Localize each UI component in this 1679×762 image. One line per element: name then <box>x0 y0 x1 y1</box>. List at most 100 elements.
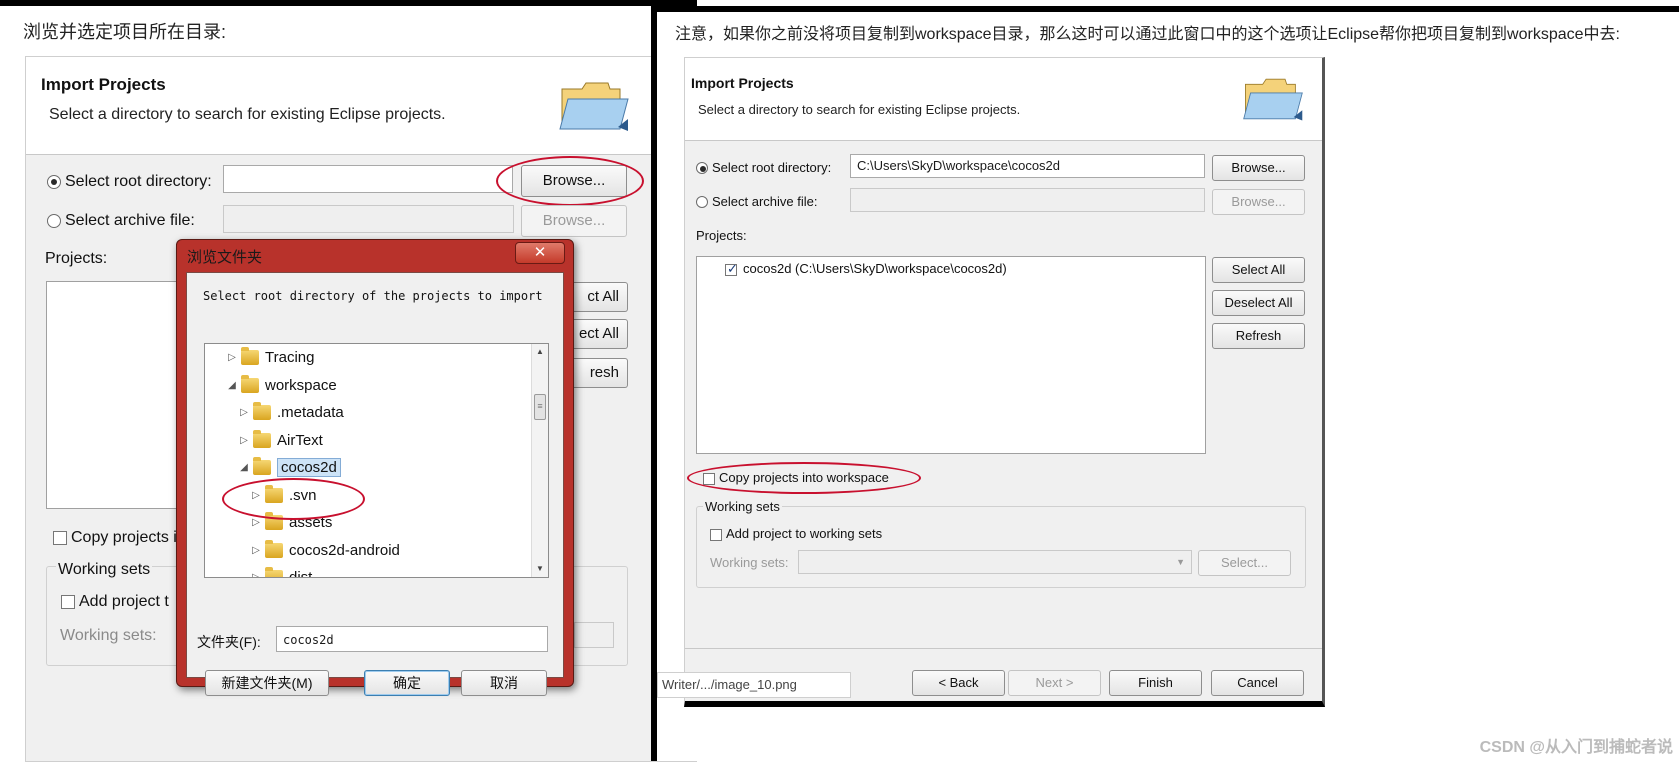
copy-projects-checkbox[interactable] <box>53 531 67 545</box>
copy-projects-label: Copy projects into workspace <box>719 470 889 485</box>
project-checkbox[interactable] <box>725 261 738 277</box>
working-sets-field-label: Working sets: <box>710 555 789 570</box>
collapsed-triangle-icon[interactable]: ▷ <box>237 407 251 418</box>
wizard-subtitle-right: Select a directory to search for existin… <box>698 102 1021 117</box>
collapsed-triangle-icon[interactable]: ▷ <box>249 572 263 577</box>
tree-item-label: dist <box>289 569 313 578</box>
expanded-triangle-icon[interactable]: ◢ <box>237 462 251 473</box>
projects-list[interactable]: cocos2d (C:\Users\SkyD\workspace\cocos2d… <box>696 256 1206 454</box>
root-directory-label: Select root directory: <box>65 173 212 190</box>
folder-input[interactable]: cocos2d <box>276 626 548 652</box>
tree-item[interactable]: ▷ cocos2d-android <box>249 537 400 564</box>
root-directory-input[interactable] <box>223 165 513 193</box>
archive-file-radio[interactable] <box>47 214 61 228</box>
dialog-prompt: Select root directory of the projects to… <box>203 289 543 303</box>
tree-item[interactable]: ◢ cocos2d <box>237 454 341 481</box>
scroll-up-icon[interactable]: ▲ <box>532 344 548 360</box>
import-projects-window-right: Import Projects Select a directory to se… <box>684 57 1325 707</box>
tree-item-label: cocos2d <box>277 458 341 477</box>
folder-icon <box>241 347 259 365</box>
left-caption: 浏览并选定项目所在目录: <box>23 22 226 42</box>
tree-item-label: cocos2d-android <box>289 541 400 559</box>
deselect-all-button[interactable]: Deselect All <box>1212 290 1305 316</box>
new-folder-button[interactable]: 新建文件夹(M) <box>205 670 329 696</box>
project-item[interactable]: cocos2d (C:\Users\SkyD\workspace\cocos2d… <box>743 261 1007 276</box>
folder-tree[interactable]: ▷ dist ▷ cocos2d-android ▷ assets ▷ .svn ◢ cocos2… <box>204 343 549 578</box>
tree-item-label: AirText <box>277 431 323 449</box>
watermark: CSDN @从入门到捕蛇者说 <box>1479 739 1673 756</box>
left-screenshot-panel: 浏览并选定项目所在目录: Import Projects Select a di… <box>0 0 697 762</box>
folder-icon <box>253 457 271 475</box>
browse-archive-button: Browse... <box>521 205 627 237</box>
tree-item[interactable]: ▷ Tracing <box>225 344 314 371</box>
browse-button[interactable]: Browse... <box>521 165 627 197</box>
collapsed-triangle-icon[interactable]: ▷ <box>225 352 239 363</box>
tree-item[interactable]: ▷ dist <box>249 564 313 578</box>
archive-file-radio[interactable] <box>696 196 708 208</box>
ok-button[interactable]: 确定 <box>364 670 450 696</box>
working-sets-select-right-fragment <box>574 622 614 648</box>
tree-item[interactable]: ▷ AirText <box>237 427 323 454</box>
folder-icon <box>253 402 271 420</box>
root-directory-input[interactable]: C:\Users\SkyD\workspace\cocos2d <box>850 154 1205 178</box>
tree-item[interactable]: ▷ .metadata <box>237 399 344 426</box>
tree-item-label: .svn <box>289 486 317 504</box>
wizard-subtitle: Select a directory to search for existin… <box>49 106 446 123</box>
tree-item-label: workspace <box>265 376 337 394</box>
collapsed-triangle-icon[interactable]: ▷ <box>249 517 263 528</box>
archive-file-label: Select archive file: <box>65 212 195 229</box>
collapsed-triangle-icon[interactable]: ▷ <box>237 435 251 446</box>
tree-item[interactable]: ◢ workspace <box>225 372 337 399</box>
tree-item-label: .metadata <box>277 404 344 421</box>
folder-icon <box>241 374 259 393</box>
cancel-button[interactable]: Cancel <box>1211 670 1304 696</box>
right-screenshot-panel: 注意，如果你之前没将项目复制到workspace目录，那么这时可以通过此窗口中的… <box>651 6 1679 761</box>
finish-button[interactable]: Finish <box>1109 670 1202 696</box>
folder-open-icon <box>1243 78 1303 121</box>
archive-file-label: Select archive file: <box>712 194 818 209</box>
projects-list[interactable] <box>46 281 181 509</box>
tree-item-label: Tracing <box>265 349 315 366</box>
working-sets-select: ▼ <box>798 550 1192 574</box>
add-working-set-checkbox[interactable] <box>61 595 75 609</box>
tree-scrollbar[interactable]: ▲ ≡ ▼ <box>531 344 548 577</box>
cancel-button[interactable]: 取消 <box>461 670 547 696</box>
folder-icon <box>265 512 283 530</box>
projects-label: Projects: <box>45 250 108 267</box>
expanded-triangle-icon[interactable]: ◢ <box>225 380 239 391</box>
wizard-header-right: Import Projects Select a directory to se… <box>685 58 1322 141</box>
collapsed-triangle-icon[interactable]: ▷ <box>249 490 263 501</box>
add-working-set-checkbox[interactable] <box>710 529 722 541</box>
working-sets-group-label: Working sets <box>703 499 782 514</box>
right-caption: 注意，如果你之前没将项目复制到workspace目录，那么这时可以通过此窗口中的… <box>675 26 1620 43</box>
tree-item-label: assets <box>289 514 333 531</box>
dialog-body: Select root directory of the projects to… <box>186 272 564 696</box>
chevron-down-icon: ▼ <box>1176 557 1185 567</box>
folder-icon <box>253 429 271 448</box>
dialog-title: 浏览文件夹 <box>187 249 263 266</box>
tree-item[interactable]: ▷ .svn <box>249 482 317 509</box>
folder-icon <box>265 567 283 577</box>
root-directory-radio[interactable] <box>696 162 708 174</box>
close-icon[interactable]: ✕ <box>515 242 565 264</box>
refresh-button[interactable]: Refresh <box>1212 323 1305 349</box>
scroll-down-icon[interactable]: ▼ <box>532 561 548 577</box>
footer-divider <box>685 648 1322 649</box>
back-button[interactable]: < Back <box>912 670 1005 696</box>
add-working-set-label: Add project t <box>79 593 169 610</box>
writer-tooltip: Writer/.../image_10.png <box>657 672 851 698</box>
select-all-button[interactable]: Select All <box>1212 257 1305 283</box>
root-directory-radio[interactable] <box>47 175 61 189</box>
folder-label: 文件夹(F): <box>197 634 261 650</box>
scroll-thumb[interactable]: ≡ <box>534 394 546 420</box>
wizard-title: Import Projects <box>41 75 166 94</box>
root-directory-label: Select root directory: <box>712 160 832 175</box>
wizard-header: Import Projects Select a directory to se… <box>26 57 696 155</box>
copy-projects-label: Copy projects i <box>71 529 177 546</box>
copy-projects-checkbox[interactable] <box>703 473 715 485</box>
projects-label: Projects: <box>696 228 747 243</box>
collapsed-triangle-icon[interactable]: ▷ <box>249 545 263 556</box>
browse-button[interactable]: Browse... <box>1212 155 1305 181</box>
tree-item[interactable]: ▷ assets <box>249 509 332 536</box>
browse-folder-dialog: 浏览文件夹 ✕ Select root directory of the pro… <box>176 239 574 696</box>
